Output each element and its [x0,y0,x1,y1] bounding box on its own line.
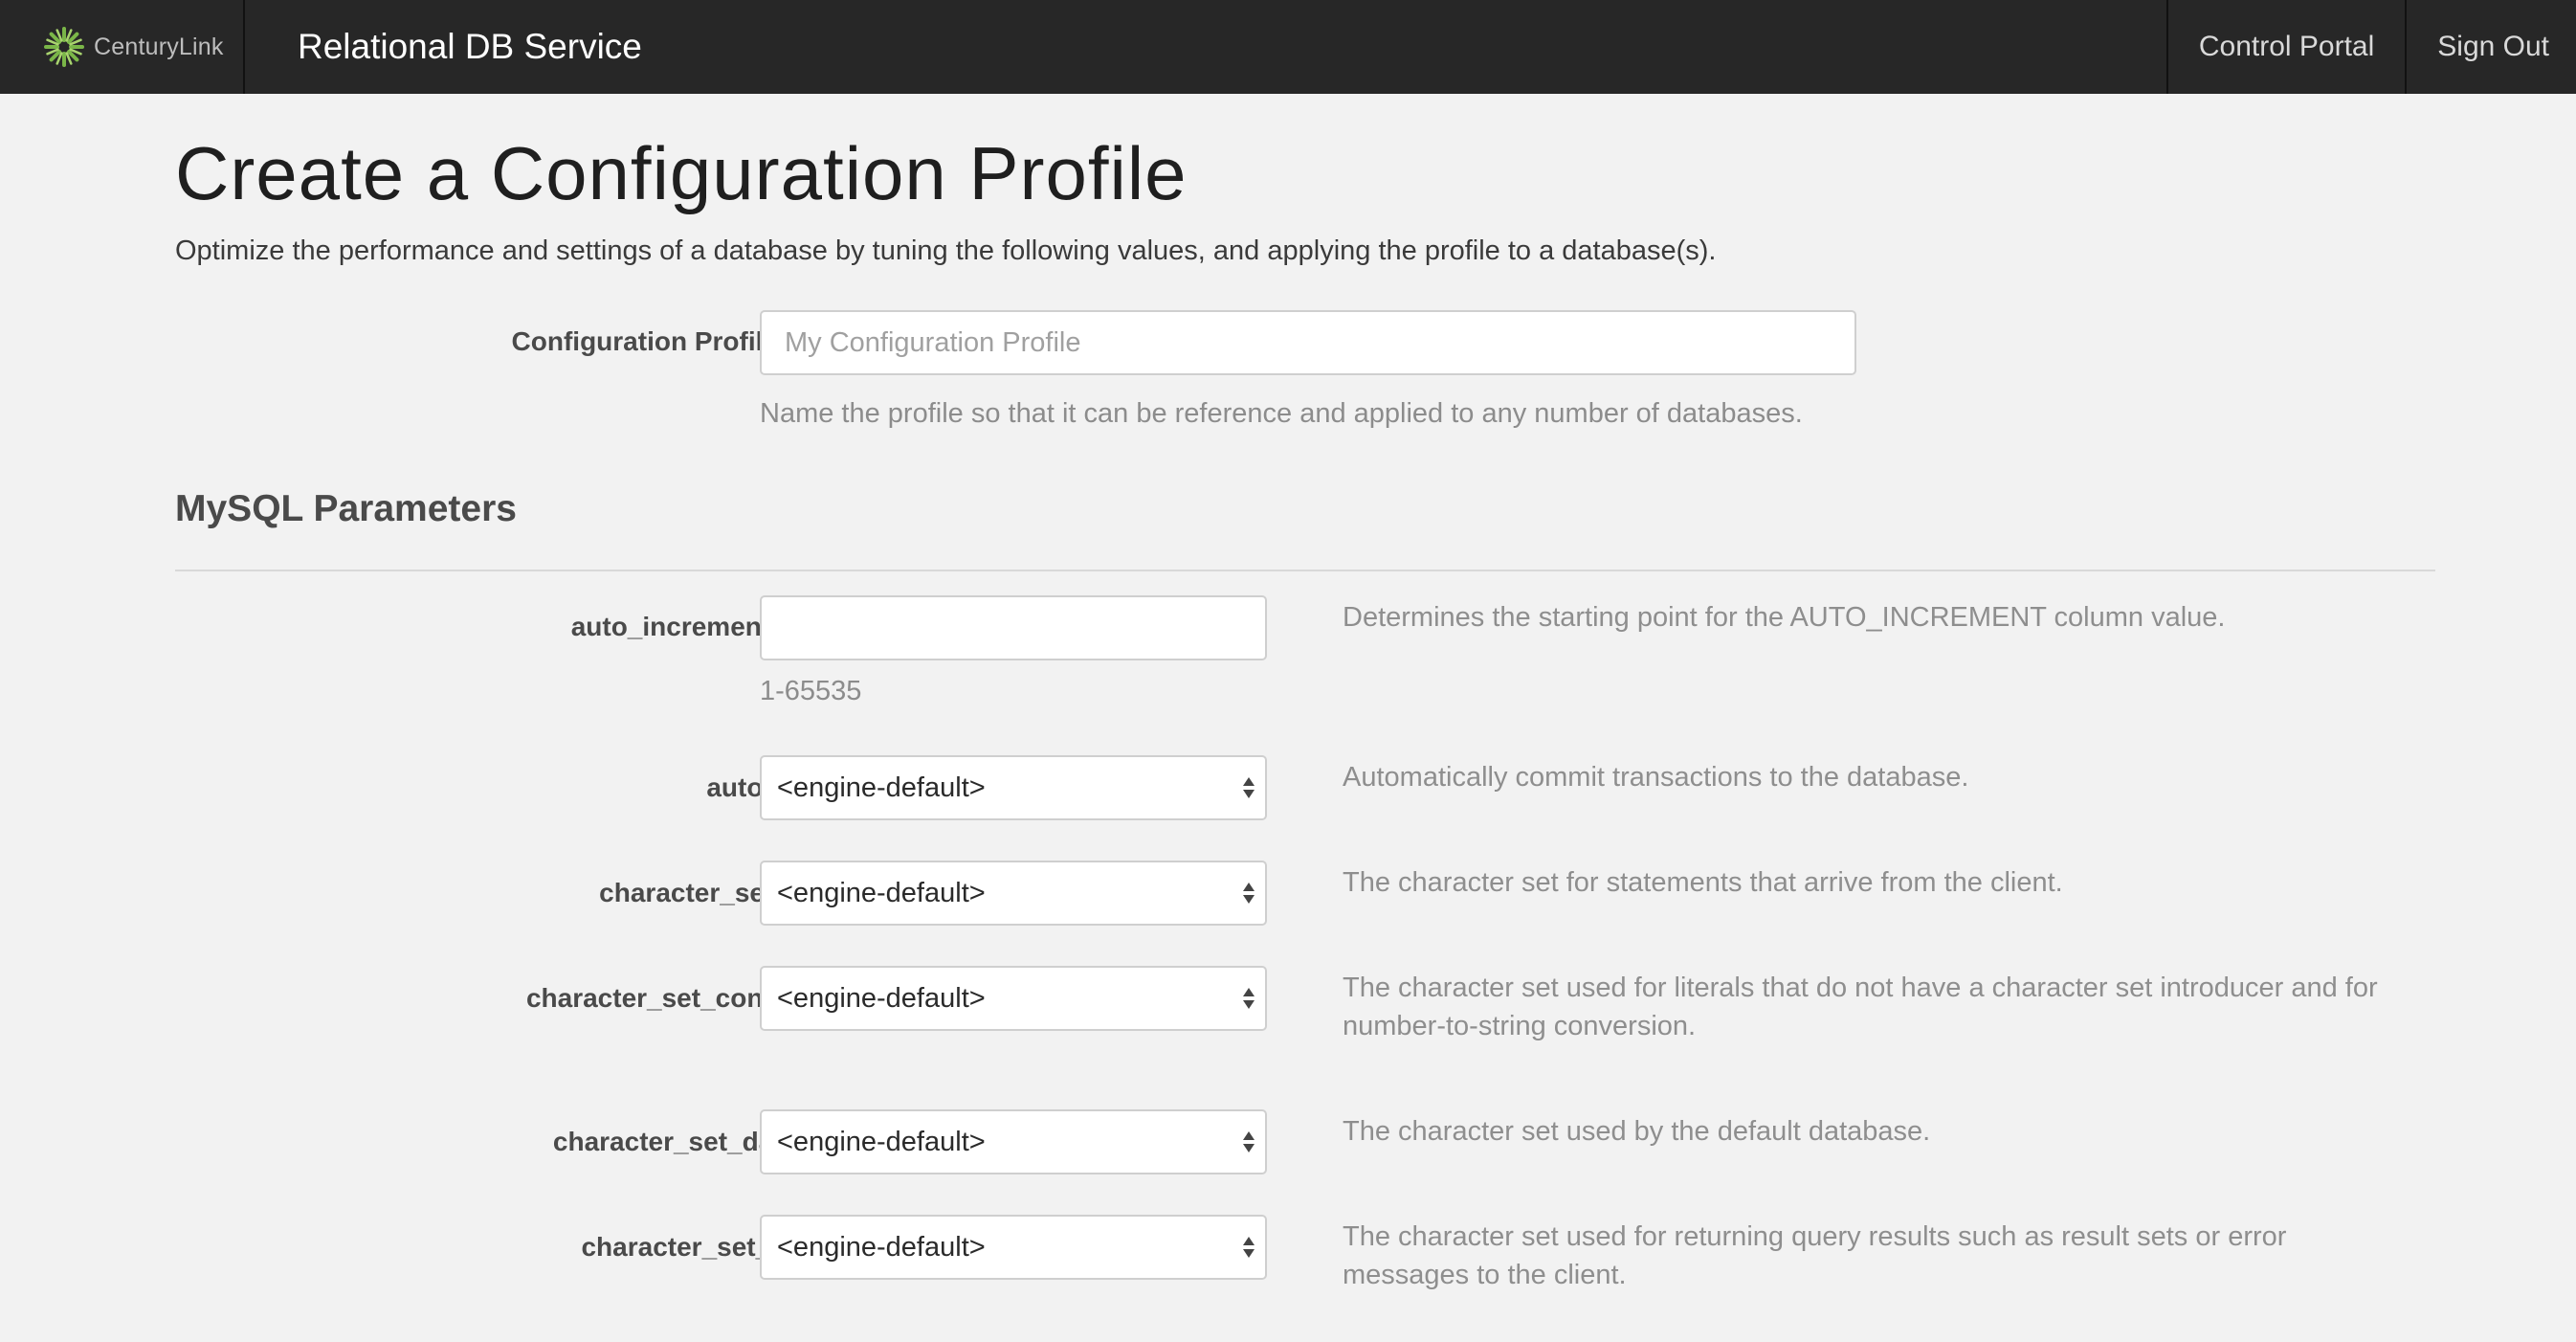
param-description: Automatically commit transactions to the… [1343,762,1969,793]
page-description: Optimize the performance and settings of… [175,235,1717,266]
select-value: <engine-default> [777,982,986,1014]
character-set-client-select[interactable]: <engine-default> [760,861,1267,926]
autocommit-select[interactable]: <engine-default> [760,755,1267,820]
brand-logo[interactable]: CenturyLink [0,0,245,94]
param-description: The character set used for returning que… [1343,1221,2287,1290]
section-divider [175,570,2435,571]
profile-name-help: Name the profile so that it can be refer… [760,398,1803,429]
page-title: Create a Configuration Profile [175,131,1188,215]
up-down-caret-icon [1232,1111,1265,1173]
character-set-database-select[interactable]: <engine-default> [760,1109,1267,1174]
up-down-caret-icon [1232,968,1265,1029]
nav-control-portal[interactable]: Control Portal [2165,0,2405,94]
brand-name: CenturyLink [94,33,224,60]
param-description: The character set used for literals that… [1343,973,2378,1041]
section-title-mysql-parameters: MySQL Parameters [175,488,517,529]
param-range-help: 1-65535 [760,676,862,706]
nav-sign-out[interactable]: Sign Out [2405,0,2576,94]
select-value: <engine-default> [777,1126,986,1157]
select-value: <engine-default> [777,1231,986,1263]
param-description: Determines the starting point for the AU… [1343,602,2226,633]
profile-name-input[interactable] [760,310,1856,375]
up-down-caret-icon [1232,757,1265,818]
select-value: <engine-default> [777,877,986,908]
up-down-caret-icon [1232,862,1265,924]
top-navbar: CenturyLink Relational DB Service Contro… [0,0,2576,94]
app-title[interactable]: Relational DB Service [245,0,2166,94]
param-description: The character set for statements that ar… [1343,867,2063,898]
character-set-connection-select[interactable]: <engine-default> [760,966,1267,1031]
param-description: The character set used by the default da… [1343,1116,1931,1147]
character-set-results-select[interactable]: <engine-default> [760,1215,1267,1280]
up-down-caret-icon [1232,1217,1265,1278]
centurylink-burst-icon [44,27,84,67]
auto-increment-offset-input[interactable] [760,595,1267,660]
select-value: <engine-default> [777,772,986,803]
